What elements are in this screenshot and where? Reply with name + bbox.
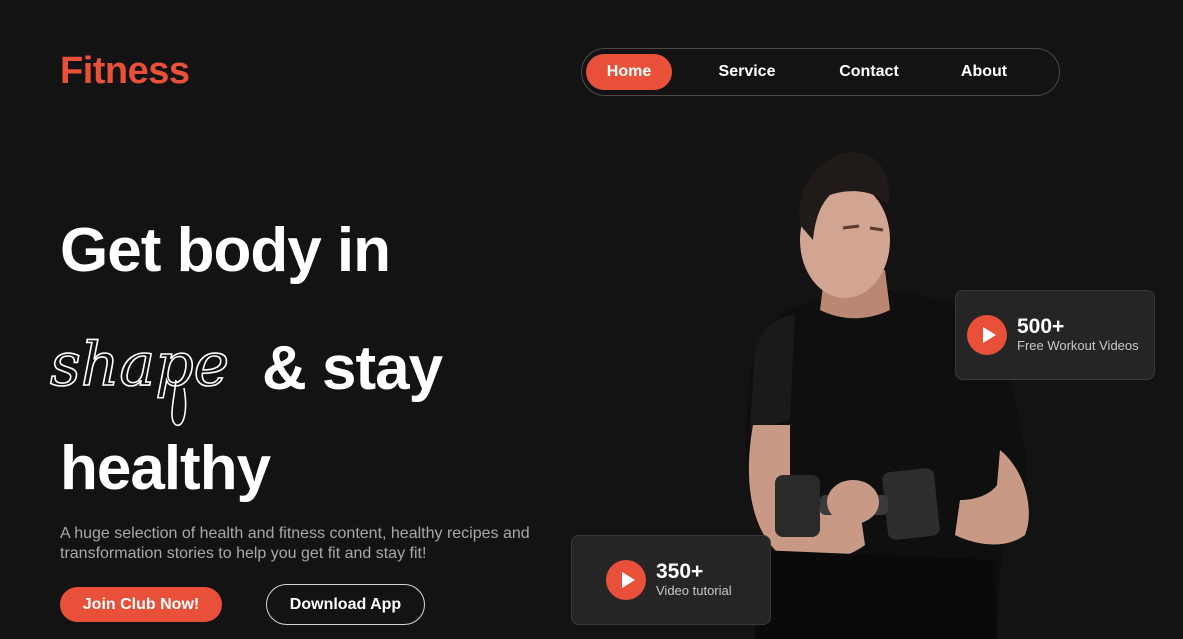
stat-value: 350+: [656, 560, 704, 583]
stat-label: Video tutorial: [656, 583, 732, 598]
main-nav: Home Service Contact About: [581, 48, 1060, 96]
stat-label: Free Workout Videos: [1017, 338, 1139, 353]
play-icon[interactable]: [606, 560, 646, 600]
nav-home[interactable]: Home: [586, 54, 672, 90]
hero-heading-line2: & stay: [262, 334, 443, 403]
hero-image-man-with-dumbbell: [745, 152, 1029, 639]
hero-description: A huge selection of health and fitness c…: [60, 525, 530, 562]
stat-value: 500+: [1017, 315, 1065, 338]
play-icon[interactable]: [967, 315, 1007, 355]
stat-card-workout-videos[interactable]: 500+ Free Workout Videos: [955, 290, 1155, 380]
download-app-button[interactable]: Download App: [266, 584, 425, 625]
logo[interactable]: Fitness: [60, 50, 190, 93]
nav-about[interactable]: About: [948, 54, 1020, 90]
join-club-button[interactable]: Join Club Now!: [60, 587, 222, 622]
script-word-text: shape: [50, 330, 229, 400]
stat-card-video-tutorial[interactable]: 350+ Video tutorial: [571, 535, 771, 625]
nav-service[interactable]: Service: [705, 54, 789, 90]
nav-contact[interactable]: Contact: [827, 54, 911, 90]
hero-heading-line3: healthy: [60, 434, 271, 503]
hero-script-word: shape: [49, 329, 230, 426]
hero-heading-line1: Get body in: [60, 216, 391, 285]
